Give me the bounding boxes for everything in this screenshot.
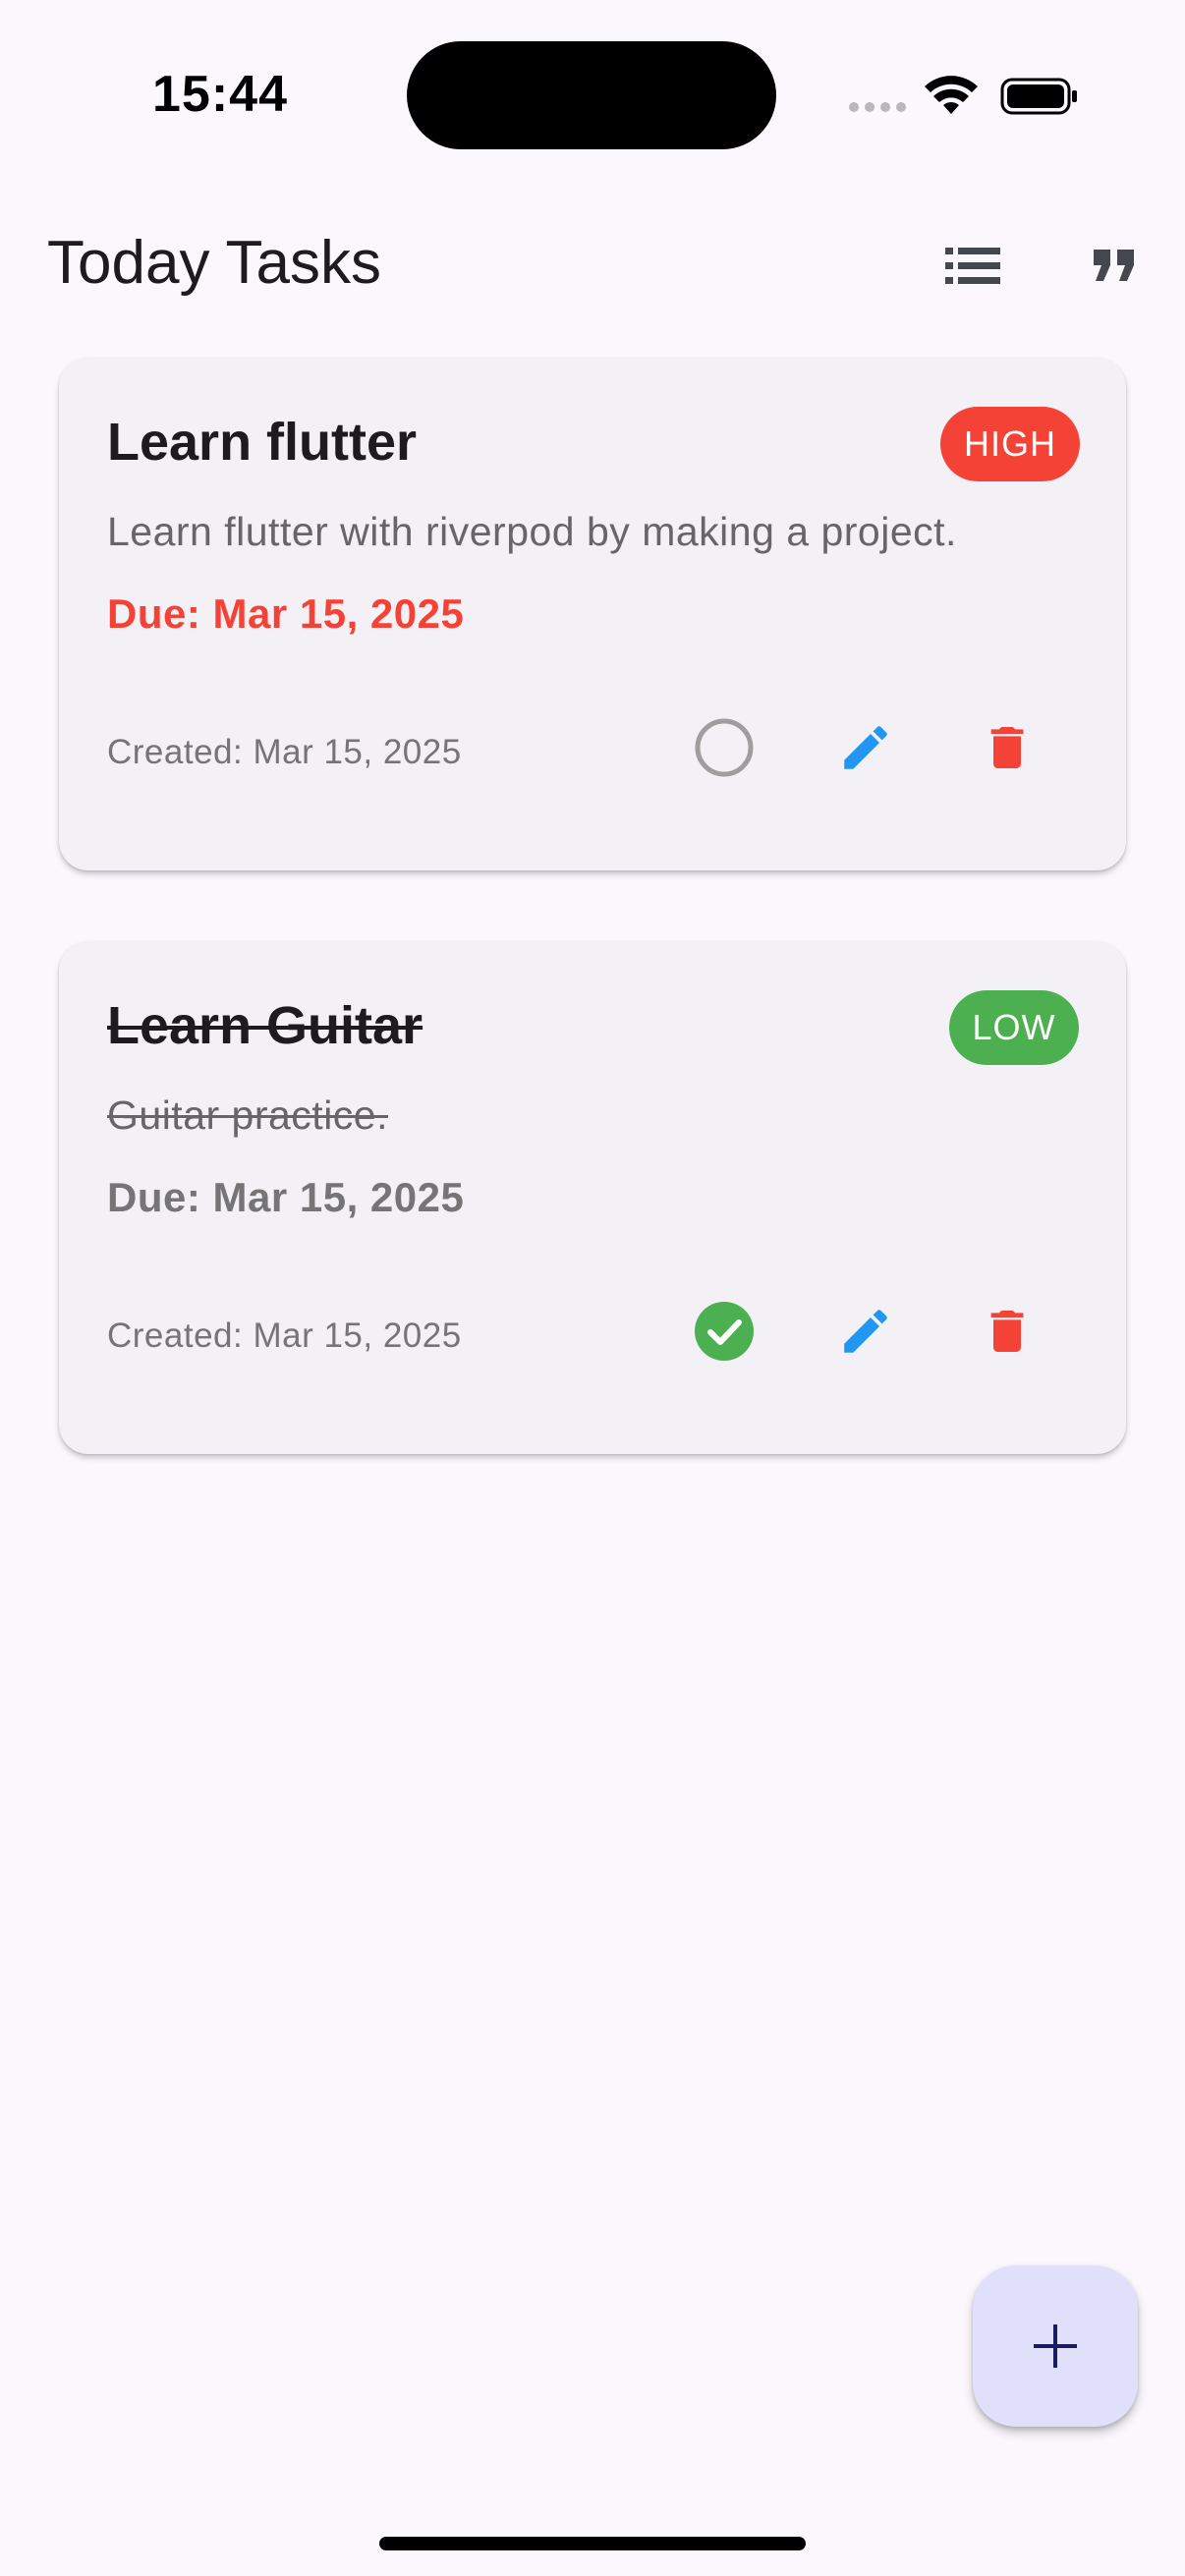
task-title: Learn Guitar <box>107 996 423 1055</box>
add-icon <box>1034 2324 1077 2368</box>
task-created-date: Created: Mar 15, 2025 <box>107 733 462 771</box>
task-description: Guitar practice. <box>107 1092 388 1138</box>
edit-icon <box>844 1310 887 1353</box>
priority-badge: LOW <box>949 990 1079 1065</box>
trash-icon <box>990 727 1024 768</box>
list-icon <box>945 248 1000 284</box>
delete-task-button[interactable] <box>968 708 1046 787</box>
battery-icon <box>1000 78 1077 115</box>
task-card[interactable]: Learn flutter HIGH Learn flutter with ri… <box>59 358 1126 870</box>
task-created-date: Created: Mar 15, 2025 <box>107 1316 462 1355</box>
edit-icon <box>844 726 887 769</box>
quote-button[interactable] <box>1077 228 1152 303</box>
delete-task-button[interactable] <box>968 1292 1046 1371</box>
toggle-complete-button[interactable] <box>685 1292 763 1371</box>
task-description: Learn flutter with riverpod by making a … <box>107 509 957 554</box>
priority-badge: HIGH <box>940 407 1080 481</box>
task-due-date: Due: Mar 15, 2025 <box>107 1174 465 1220</box>
task-card[interactable]: Learn Guitar LOW Guitar practice. Due: M… <box>59 941 1126 1454</box>
home-indicator[interactable] <box>379 2537 806 2550</box>
edit-task-button[interactable] <box>826 708 905 787</box>
task-title: Learn flutter <box>107 413 418 472</box>
wifi-icon <box>925 76 978 114</box>
cellular-signal-icon <box>849 102 906 112</box>
radio-unchecked-icon <box>695 718 754 777</box>
status-time: 15:44 <box>152 66 288 123</box>
edit-task-button[interactable] <box>826 1292 905 1371</box>
page-title: Today Tasks <box>47 229 382 297</box>
list-view-button[interactable] <box>935 228 1010 303</box>
check-circle-icon <box>695 1302 754 1361</box>
trash-icon <box>990 1311 1024 1352</box>
format-quote-icon <box>1094 250 1134 281</box>
add-task-button[interactable] <box>973 2266 1138 2427</box>
toggle-complete-button[interactable] <box>685 708 763 787</box>
dynamic-island <box>407 41 776 149</box>
task-due-date: Due: Mar 15, 2025 <box>107 590 465 637</box>
